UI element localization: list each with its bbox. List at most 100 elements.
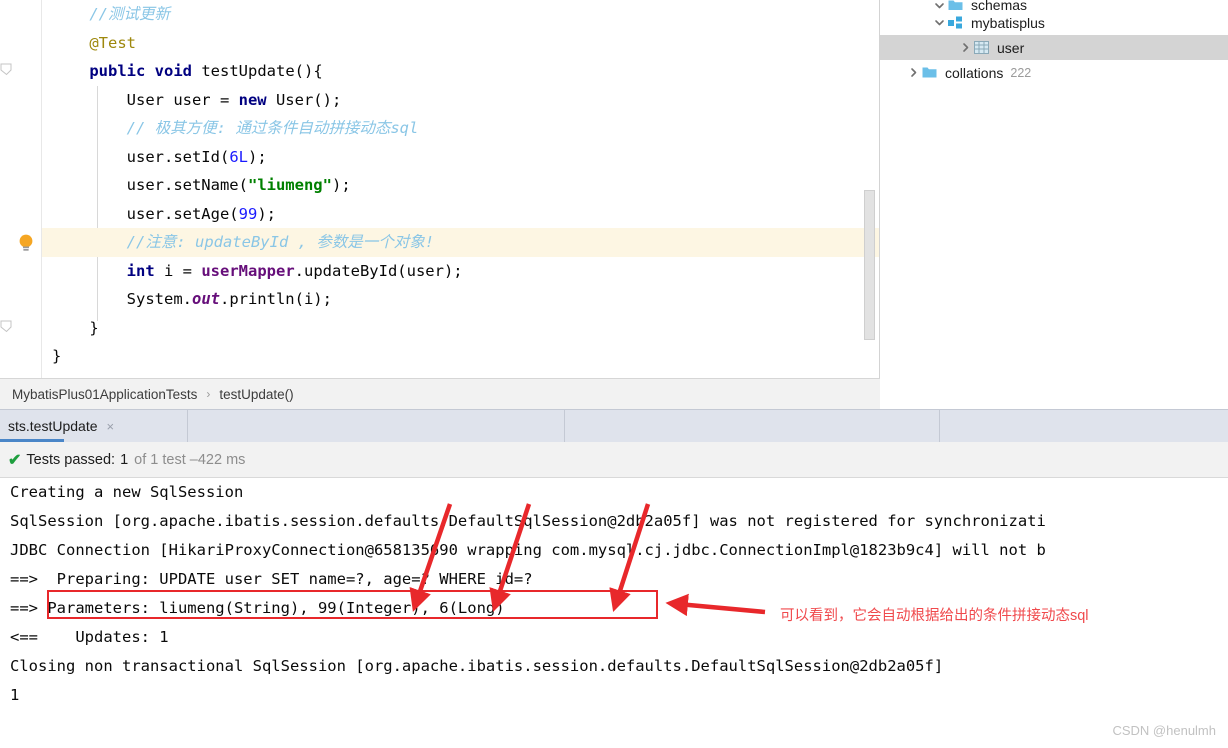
db-tree-label: user (997, 39, 1025, 56)
code-token: user.setAge( (126, 204, 239, 223)
code-token: } (89, 318, 99, 337)
code-line[interactable]: user.setAge(99); (42, 200, 880, 229)
test-tab-label: sts.testUpdate (8, 418, 98, 434)
code-line[interactable]: user.setId(6L); (42, 143, 880, 172)
code-token: i = (154, 261, 202, 280)
code-token: 6L (229, 147, 248, 166)
chevron-right-icon[interactable] (958, 40, 973, 55)
code-token: user.setName( (126, 176, 248, 194)
test-status-bar: ✔ Tests passed: 1 of 1 test – 422 ms (0, 442, 1228, 478)
watermark: CSDN @henulmh (1112, 723, 1216, 738)
right-empty-panel (880, 85, 1228, 409)
code-token: out (191, 290, 220, 308)
chevron-down-icon[interactable] (932, 0, 947, 10)
success-check-icon: ✔ (8, 451, 22, 469)
console-line: Closing non transactional SqlSession [or… (10, 657, 944, 675)
breadcrumb-method[interactable]: testUpdate() (219, 387, 293, 402)
code-text-area[interactable]: //测试更新 @Test public void testUpdate(){ U… (42, 0, 880, 378)
breadcrumb-separator-icon: › (206, 387, 211, 401)
breadcrumb-class[interactable]: MybatisPlus01ApplicationTests (12, 387, 197, 402)
code-token: .updateById(user); (294, 261, 463, 280)
folder-icon (947, 0, 964, 10)
code-token: @Test (89, 33, 136, 52)
database-tree-panel[interactable]: schemas mybatisplus user collations 222 (880, 0, 1228, 85)
code-line[interactable]: public void testUpdate(){ (42, 57, 880, 86)
code-token: } (52, 347, 62, 365)
code-token: user.setId( (126, 147, 230, 166)
db-tree-label: schemas (971, 0, 1028, 10)
db-tree-row[interactable]: schemas (880, 0, 1228, 10)
code-token: new (238, 90, 267, 109)
editor-vertical-scrollbar[interactable] (864, 190, 875, 340)
breadcrumb[interactable]: MybatisPlus01ApplicationTests › testUpda… (0, 378, 880, 409)
db-tree-label: collations (945, 64, 1004, 81)
db-tree-count: 222 (1010, 65, 1032, 80)
code-token: 99 (238, 204, 258, 223)
tests-of-text: of 1 test – (134, 451, 198, 468)
tests-duration: 422 ms (197, 451, 246, 468)
code-line[interactable]: //注意: updateById , 参数是一个对象! (42, 228, 880, 257)
code-token: userMapper (201, 261, 295, 280)
code-token: System. (126, 290, 192, 308)
code-token: public (89, 62, 146, 80)
test-tab-empty-1[interactable] (188, 410, 565, 442)
chevron-right-icon[interactable] (906, 65, 921, 80)
editor-gutter[interactable] (0, 0, 42, 378)
code-token: testUpdate(){ (192, 62, 323, 80)
intention-bulb-icon[interactable] (17, 233, 35, 253)
code-line[interactable]: User user = new User(); (42, 86, 880, 115)
chevron-down-icon[interactable] (932, 15, 947, 30)
code-token: ); (247, 147, 267, 166)
code-token: //注意: updateById , 参数是一个对象! (126, 233, 435, 251)
annotation-note: 可以看到，它会自动根据给出的条件拼接动态sql (780, 608, 1089, 624)
db-tree-row[interactable]: mybatisplus (880, 10, 1228, 35)
test-tab-empty-3[interactable] (940, 410, 1228, 442)
console-line: Creating a new SqlSession (10, 483, 244, 501)
code-line[interactable]: } (42, 314, 880, 343)
db-tree-row[interactable]: user (880, 35, 1228, 60)
console-line: SqlSession [org.apache.ibatis.session.de… (10, 512, 1046, 530)
console-line: <== Updates: 1 (10, 628, 169, 646)
table-icon (973, 40, 990, 55)
test-tab-bar[interactable]: sts.testUpdate × (0, 409, 1228, 442)
code-token: ); (257, 204, 276, 223)
code-line[interactable]: } (42, 342, 880, 371)
code-token: User user = (126, 90, 239, 109)
code-token: "liumeng" (247, 176, 332, 194)
code-line[interactable]: user.setName("liumeng"); (42, 171, 880, 200)
code-token: int (126, 261, 155, 280)
console-line: 1 (10, 686, 20, 704)
code-line[interactable]: //测试更新 (42, 0, 880, 29)
code-fold-icon[interactable] (0, 62, 18, 76)
db-tree-row[interactable]: collations 222 (880, 60, 1228, 85)
code-line[interactable]: // 极其方便: 通过条件自动拼接动态sql (42, 114, 880, 143)
code-fold-icon[interactable] (0, 319, 18, 333)
code-line[interactable]: @Test (42, 29, 880, 58)
code-line[interactable]: int i = userMapper.updateById(user); (42, 257, 880, 286)
schema-icon (947, 15, 964, 30)
test-tab-empty-2[interactable] (565, 410, 940, 442)
code-line[interactable]: System.out.println(i); (42, 285, 880, 314)
tests-passed-count: 1 (120, 451, 129, 468)
code-token: .println(i); (219, 290, 332, 308)
close-icon[interactable]: × (107, 419, 115, 434)
screenshot-root: //测试更新 @Test public void testUpdate(){ U… (0, 0, 1228, 748)
code-token: ); (331, 176, 351, 194)
tests-passed-label: Tests passed: (26, 451, 116, 468)
code-token: //测试更新 (89, 5, 170, 23)
code-token: User(); (266, 90, 342, 109)
code-editor[interactable]: //测试更新 @Test public void testUpdate(){ U… (0, 0, 880, 378)
test-tab-active[interactable]: sts.testUpdate × (0, 410, 188, 442)
db-tree-label: mybatisplus (971, 14, 1045, 31)
